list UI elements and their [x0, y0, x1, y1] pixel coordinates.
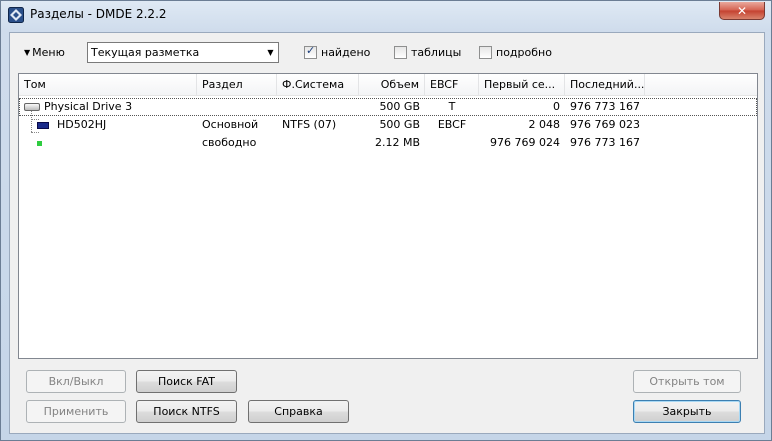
- cell-partition: [197, 98, 277, 116]
- table-header: Том Раздел Ф.Система Объем EBCF Первый с…: [19, 74, 757, 96]
- volume-name: Physical Drive 3: [44, 100, 133, 113]
- column-header-first-sector[interactable]: Первый се...: [479, 74, 565, 96]
- app-icon: [8, 7, 24, 23]
- hard-drive-icon: [24, 103, 40, 111]
- menu-label: Меню: [32, 46, 65, 59]
- layout-select-value: Текущая разметка: [91, 46, 200, 59]
- cell-ebcf: EBCF: [437, 118, 467, 131]
- cell-filesystem: [277, 98, 359, 116]
- client-area: ▼ Меню Текущая разметка ▼ ✓ найдено табл…: [9, 32, 765, 434]
- cell-last-sector: 976 773 167: [570, 100, 640, 113]
- cell-last-sector: 976 773 167: [570, 136, 640, 149]
- cell-volume: [19, 134, 197, 152]
- title-bar[interactable]: Разделы - DMDE 2.2.2 ✕: [1, 1, 771, 29]
- column-header-filesystem[interactable]: Ф.Система: [277, 74, 359, 96]
- menu-button[interactable]: ▼ Меню: [24, 46, 65, 59]
- dialog-window: Разделы - DMDE 2.2.2 ✕ ▼ Меню Текущая ра…: [0, 0, 772, 441]
- cell-filesystem: [277, 134, 359, 152]
- column-header-ebcf[interactable]: EBCF: [425, 74, 479, 96]
- partitions-table: Том Раздел Ф.Система Объем EBCF Первый с…: [18, 73, 758, 359]
- checkmark-icon: ✓: [306, 44, 316, 57]
- search-fat-button[interactable]: Поиск FAT: [136, 370, 237, 393]
- checkbox-label: подробно: [496, 46, 552, 59]
- cell-first-sector: 0: [553, 100, 560, 113]
- close-window-button[interactable]: ✕: [719, 2, 765, 20]
- window-title: Разделы - DMDE 2.2.2: [30, 7, 167, 21]
- close-icon: ✕: [736, 3, 748, 18]
- volume-name: HD502HJ: [57, 118, 107, 131]
- column-header-volume[interactable]: Том: [19, 74, 197, 96]
- table-row[interactable]: свободно 2.12 MB 976 769 024 976 773 167: [19, 134, 757, 152]
- checkbox-box[interactable]: ✓: [304, 44, 317, 59]
- chevron-down-icon[interactable]: ▼: [263, 48, 278, 57]
- apply-button[interactable]: Применить: [26, 400, 126, 423]
- column-header-size[interactable]: Объем: [359, 74, 425, 96]
- cell-volume: Physical Drive 3: [19, 98, 197, 116]
- cell-partition: Основной: [202, 118, 259, 131]
- help-button[interactable]: Справка: [248, 400, 349, 423]
- checkbox-label: найдено: [321, 46, 371, 59]
- cell-first-sector: 2 048: [528, 118, 561, 131]
- open-volume-button[interactable]: Открыть том: [633, 370, 741, 393]
- cell-last-sector: 976 769 023: [570, 118, 640, 131]
- toggle-button[interactable]: Вкл/Выкл: [26, 370, 126, 393]
- cell-ebcf: [425, 134, 479, 152]
- cell-size: 500 GB: [379, 100, 420, 113]
- checkbox-box[interactable]: [394, 46, 407, 59]
- cell-first-sector: 976 769 024: [490, 136, 560, 149]
- cell-filesystem: NTFS (07): [282, 118, 337, 131]
- cell-size: 2.12 MB: [374, 136, 420, 149]
- close-button[interactable]: Закрыть: [633, 400, 741, 423]
- free-space-icon: [37, 140, 42, 146]
- cell-volume: HD502HJ: [19, 116, 197, 134]
- partition-icon: [37, 121, 49, 129]
- table-row[interactable]: HD502HJ Основной NTFS (07) 500 GB EBCF 2…: [19, 116, 757, 134]
- detailed-checkbox[interactable]: подробно: [479, 46, 552, 59]
- checkbox-box[interactable]: [479, 46, 492, 59]
- search-ntfs-button[interactable]: Поиск NTFS: [136, 400, 237, 423]
- cell-partition: свободно: [202, 136, 257, 149]
- found-checkbox[interactable]: ✓ найдено: [304, 44, 371, 59]
- column-header-partition[interactable]: Раздел: [197, 74, 277, 96]
- checkbox-label: таблицы: [411, 46, 462, 59]
- column-header-last-sector[interactable]: Последний...: [565, 74, 645, 96]
- layout-select[interactable]: Текущая разметка ▼: [87, 42, 279, 63]
- cell-size: 500 GB: [379, 118, 420, 131]
- cell-ebcf: T: [448, 100, 456, 113]
- table-row[interactable]: Physical Drive 3 500 GB T 0 976 773 167: [19, 98, 757, 116]
- tables-checkbox[interactable]: таблицы: [394, 46, 461, 59]
- dropdown-triangle-icon: ▼: [24, 48, 31, 57]
